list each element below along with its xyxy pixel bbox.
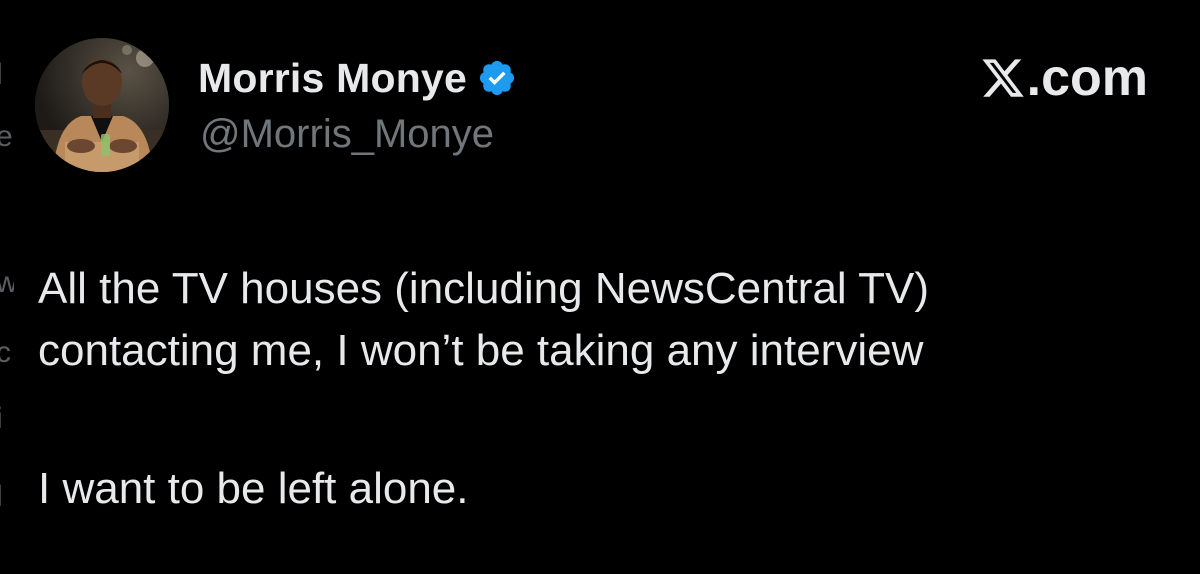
tweet-line: contacting me, I won’t be taking any int… [38,326,924,375]
tweet-text: All the TV houses (including NewsCentral… [38,258,1178,520]
author-display-name[interactable]: Morris Monye [198,55,467,102]
cropped-edge-fragments: l e w c i l [0,60,14,512]
avatar[interactable] [35,38,169,172]
x-com-brand: .com [980,50,1148,106]
author-handle[interactable]: @Morris_Monye [200,112,494,157]
x-logo-icon [982,59,1024,97]
verified-badge-icon [479,60,515,96]
author-name-row[interactable]: Morris Monye [198,52,517,104]
brand-suffix: .com [1026,49,1148,107]
tweet-line: I want to be left alone. [38,464,469,513]
tweet-line: All the TV houses (including NewsCentral… [38,264,929,313]
